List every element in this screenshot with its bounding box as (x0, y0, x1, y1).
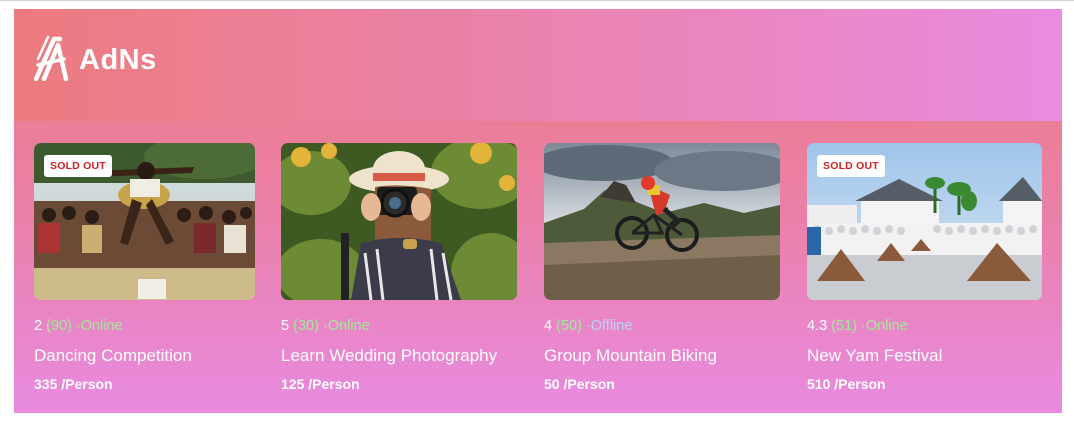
review-count: (90) (46, 318, 72, 334)
photographer-camera-photo[interactable] (281, 143, 517, 300)
rating-line: 4.3 (51) ·Online (807, 318, 908, 334)
event-price: 125 /Person (281, 376, 360, 392)
rating-line: 5 (30) ·Online (281, 318, 370, 334)
status-offline: ·Offline (585, 318, 633, 334)
event-title[interactable]: Learn Wedding Photography (281, 346, 497, 366)
event-title[interactable]: Group Mountain Biking (544, 346, 717, 366)
browser-edge (0, 0, 1074, 9)
yam-festival-photo[interactable]: SOLD OUT (807, 143, 1042, 300)
event-card[interactable]: 5 (30) ·Online Learn Wedding Photography… (281, 143, 517, 392)
event-card[interactable]: SOLD OUT 2 (90) ·Online Dancing Competit… (34, 143, 255, 392)
review-count: (51) (831, 318, 857, 334)
mountain-biker-photo[interactable] (544, 143, 780, 300)
event-title[interactable]: New Yam Festival (807, 346, 942, 366)
rating-value: 2 (34, 318, 43, 334)
a-logo-icon (33, 35, 70, 86)
traditional-dancer-photo[interactable]: SOLD OUT (34, 143, 255, 300)
sold-out-badge: SOLD OUT (44, 155, 112, 177)
rating-line: 4 (50) ·Offline (544, 318, 632, 334)
event-title[interactable]: Dancing Competition (34, 346, 192, 366)
sold-out-badge: SOLD OUT (817, 155, 885, 177)
event-price: 335 /Person (34, 376, 113, 392)
brand-name: AdNs (79, 44, 157, 76)
rating-value: 4.3 (807, 318, 828, 334)
status-online: ·Online (861, 318, 908, 334)
event-price: 510 /Person (807, 376, 886, 392)
rating-line: 2 (90) ·Online (34, 318, 123, 334)
review-count: (30) (293, 318, 319, 334)
rating-value: 5 (281, 318, 290, 334)
header: AdNs (14, 9, 1062, 121)
review-count: (50) (556, 318, 582, 334)
brand-logo[interactable]: AdNs (33, 35, 157, 86)
status-online: ·Online (75, 318, 123, 334)
status-online: ·Online (322, 318, 370, 334)
app-container: AdNs SOLD OUT 2 (90) ·Online Dancing Com… (14, 9, 1062, 413)
event-card[interactable]: 4 (50) ·Offline Group Mountain Biking 50… (544, 143, 780, 392)
event-price: 50 /Person (544, 376, 615, 392)
event-card[interactable]: SOLD OUT 4.3 (51) ·Online New Yam Festiv… (807, 143, 1042, 392)
rating-value: 4 (544, 318, 553, 334)
